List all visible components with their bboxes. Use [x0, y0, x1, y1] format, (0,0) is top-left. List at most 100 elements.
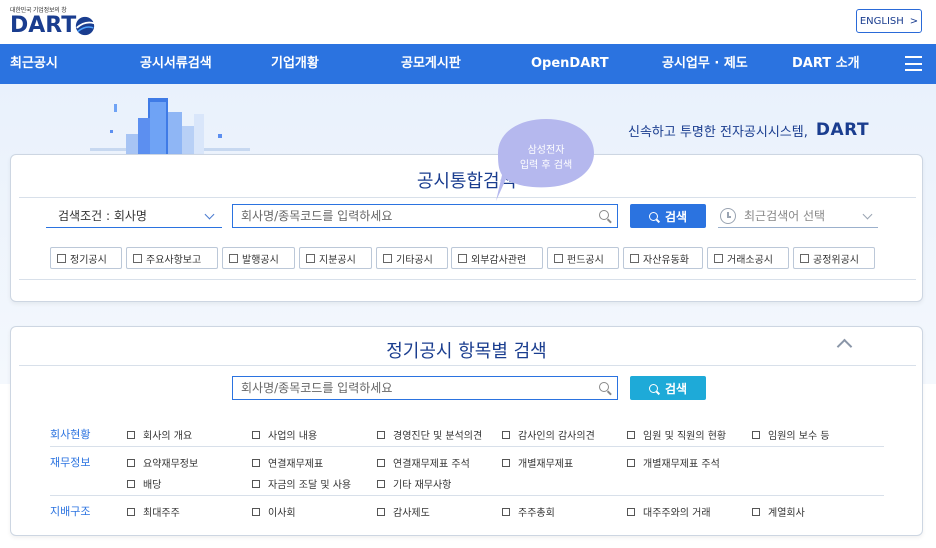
category-exchange[interactable]: 거래소공시 [707, 247, 789, 269]
logo-wordmark: DART [10, 15, 96, 37]
option-fund-raising[interactable]: 자금의 조달 및 사용 [252, 476, 351, 491]
checkbox[interactable] [252, 458, 260, 467]
option-label: 임원 및 직원의 현황 [643, 431, 727, 442]
option-mda[interactable]: 경영진단 및 분석의견 [377, 427, 482, 442]
category-securitization[interactable]: 자산유동화 [623, 247, 703, 269]
checkbox[interactable] [306, 253, 315, 263]
category-external-audit[interactable]: 외부감사관련 [451, 247, 543, 269]
checkbox[interactable] [57, 253, 66, 263]
category-periodic[interactable]: 정기공시 [50, 247, 122, 269]
checkbox[interactable] [714, 253, 723, 263]
nav-item-about-dart[interactable]: DART 소개 [792, 44, 860, 84]
option-shareholders-meeting[interactable]: 주주총회 [502, 504, 555, 519]
nav-item-disclosure-rules[interactable]: 공시업무 · 제도 [662, 44, 748, 84]
option-label: 배당 [143, 480, 162, 491]
search-condition-value: 검색조건 : 회사명 [58, 209, 147, 223]
option-officer-compensation[interactable]: 임원의 보수 등 [752, 427, 830, 442]
category-equity[interactable]: 지분공시 [299, 247, 372, 269]
checkbox[interactable] [377, 507, 385, 516]
nav-item-company-overview[interactable]: 기업개황 [271, 44, 319, 84]
checkbox[interactable] [383, 253, 392, 263]
nav-item-document-search[interactable]: 공시서류검색 [140, 44, 212, 84]
checkbox[interactable] [752, 430, 760, 439]
search-icon [648, 383, 658, 393]
option-business-content[interactable]: 사업의 내용 [252, 427, 317, 442]
checkbox[interactable] [502, 430, 510, 439]
category-major-report[interactable]: 주요사항보고 [126, 247, 218, 269]
search-icon [599, 382, 609, 392]
globe-swoosh-icon [76, 16, 95, 36]
checkbox[interactable] [377, 458, 385, 467]
periodic-company-search-input[interactable]: 회사명/종목코드를 입력하세요 [232, 376, 618, 400]
chip-label: 발행공시 [242, 254, 279, 266]
checkbox[interactable] [229, 253, 238, 263]
checkbox[interactable] [800, 253, 809, 263]
checkbox[interactable] [554, 253, 563, 263]
option-company-overview[interactable]: 회사의 개요 [127, 427, 192, 442]
periodic-search-button[interactable]: 검색 [630, 376, 706, 400]
chip-label: 지분공시 [319, 254, 356, 266]
category-other[interactable]: 기타공시 [376, 247, 448, 269]
checkbox[interactable] [377, 430, 385, 439]
search-condition-select[interactable]: 검색조건 : 회사명 [46, 206, 222, 228]
option-largest-shareholder[interactable]: 최대주주 [127, 504, 180, 519]
dart-logo[interactable]: 대한민국 기업정보의 창 DART [10, 5, 96, 37]
title-divider [19, 365, 916, 366]
checkbox[interactable] [630, 253, 639, 263]
english-label: ENGLISH [859, 15, 904, 27]
search-icon [599, 210, 609, 220]
option-label: 개별재무제표 주석 [643, 459, 720, 470]
checkbox[interactable] [252, 479, 260, 488]
checkbox[interactable] [627, 430, 635, 439]
periodic-search-title: 정기공시 항목별 검색 [386, 341, 547, 362]
option-separate-fs-notes[interactable]: 개별재무제표 주석 [627, 455, 720, 470]
option-dividends[interactable]: 배당 [127, 476, 161, 491]
hamburger-menu-icon[interactable] [905, 56, 922, 71]
option-board[interactable]: 이사회 [252, 504, 296, 519]
option-auditor-opinion[interactable]: 감사인의 감사의견 [502, 427, 595, 442]
checkbox[interactable] [377, 479, 385, 488]
nav-item-opendart[interactable]: OpenDART [531, 44, 609, 84]
checkbox[interactable] [502, 507, 510, 516]
company-search-input[interactable]: 회사명/종목코드를 입력하세요 [232, 204, 618, 228]
option-audit-system[interactable]: 감사제도 [377, 504, 430, 519]
nav-item-ipo-board[interactable]: 공모게시판 [401, 44, 461, 84]
option-summary-financials[interactable]: 요약재무정보 [127, 455, 198, 470]
checkbox[interactable] [127, 430, 135, 439]
checkbox[interactable] [252, 430, 260, 439]
nav-item-recent[interactable]: 최근공시 [10, 44, 58, 84]
checkbox[interactable] [627, 458, 635, 467]
option-label: 연결재무제표 [268, 459, 324, 470]
recent-search-select[interactable]: 최근검색어 선택 [718, 206, 878, 228]
checkbox[interactable] [127, 458, 135, 467]
option-consolidated-fs-notes[interactable]: 연결재무제표 주석 [377, 455, 470, 470]
tooltip-text: 삼성전자 입력 후 검색 [500, 143, 592, 173]
integrated-search-button[interactable]: 검색 [630, 204, 706, 228]
checkbox[interactable] [627, 507, 635, 516]
checkbox[interactable] [458, 253, 467, 263]
option-label: 이사회 [268, 508, 296, 519]
checkbox[interactable] [752, 507, 760, 516]
option-major-shareholder-transactions[interactable]: 대주주와의 거래 [627, 504, 711, 519]
checkbox[interactable] [252, 507, 260, 516]
option-separate-fs[interactable]: 개별재무제표 [502, 455, 573, 470]
category-ftc[interactable]: 공정위공시 [793, 247, 875, 269]
checkbox[interactable] [133, 253, 142, 263]
category-fund[interactable]: 펀드공시 [547, 247, 619, 269]
checkbox[interactable] [127, 479, 135, 488]
hero-tagline: 신속하고 투명한 전자공시시스템, DART [628, 120, 869, 140]
clock-history-icon [720, 208, 736, 224]
category-issuance[interactable]: 발행공시 [222, 247, 295, 269]
chip-label: 정기공시 [70, 254, 107, 266]
option-label: 요약재무정보 [143, 459, 199, 470]
option-other-financial[interactable]: 기타 재무사항 [377, 476, 451, 491]
option-officers-employees[interactable]: 임원 및 직원의 현황 [627, 427, 726, 442]
option-label: 감사제도 [393, 508, 430, 519]
option-label: 임원의 보수 등 [768, 431, 830, 442]
checkbox[interactable] [502, 458, 510, 467]
chip-label: 외부감사관련 [471, 254, 527, 266]
english-button[interactable]: ENGLISH > [856, 9, 922, 33]
option-affiliates[interactable]: 계열회사 [752, 504, 805, 519]
checkbox[interactable] [127, 507, 135, 516]
option-consolidated-fs[interactable]: 연결재무제표 [252, 455, 323, 470]
